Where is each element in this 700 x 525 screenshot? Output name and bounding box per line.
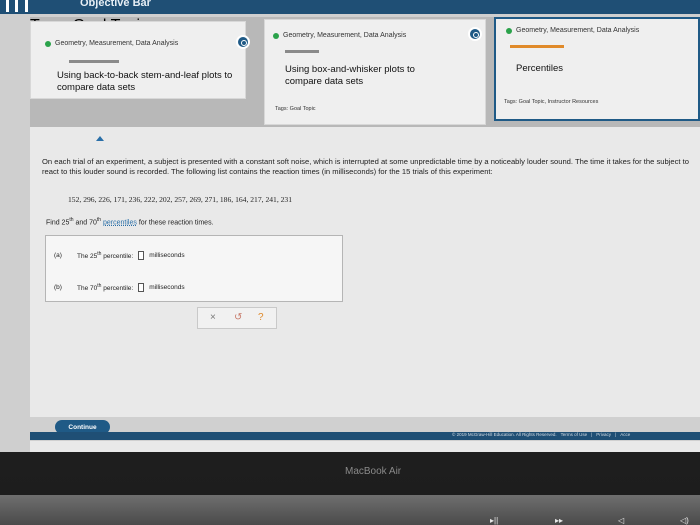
answer-row-b: (b) The 70th percentile: milliseconds [54,283,185,293]
footer-links: © 2019 McGraw-Hill Education. All Rights… [452,432,631,437]
green-dot-icon [506,27,512,34]
completed-check-icon [468,27,482,41]
menu-icon[interactable] [6,0,28,12]
question-text: On each trial of an experiment, a subjec… [42,157,689,176]
card-tags: Tags: Goal Topic [275,106,316,112]
percentile-25-input[interactable] [138,251,145,261]
card-title: Using back-to-back stem-and-leaf plots t… [57,70,233,93]
top-bar-title: Objective Bar [80,0,151,9]
terms-link[interactable]: Terms of Use [561,432,588,437]
card-tags: Tags: Goal Topic, Instructor Resources [504,99,599,105]
browser-screen: Objective Bar Geometry, Measurement, Dat… [0,0,700,452]
accessibility-link[interactable]: Acce [620,432,630,437]
laptop-brand-label: MacBook Air [345,466,402,477]
objective-card-stem-leaf[interactable]: Geometry, Measurement, Data Analysis Usi… [30,21,246,99]
top-bar: Objective Bar [0,0,700,14]
fast-forward-key-icon: ▸▸ [555,516,564,525]
keyboard-row [0,495,700,525]
objective-card-percentiles[interactable]: Geometry, Measurement, Data Analysis Per… [494,17,700,121]
play-pause-key-icon: ▸|| [490,516,499,525]
privacy-link[interactable]: Privacy [596,432,611,437]
completed-check-icon [236,35,250,49]
caret-up-icon [96,136,104,141]
objective-card-box-whisker[interactable]: Geometry, Measurement, Data Analysis Usi… [264,19,486,125]
answer-box: (a) The 25th percentile: milliseconds (b… [45,235,343,302]
card-badge: Geometry, Measurement, Data Analysis [506,27,639,34]
data-list: 152, 296, 226, 171, 236, 222, 202, 257, … [68,195,293,204]
answer-tools: × ↺ ? [197,307,277,329]
card-divider [285,50,319,53]
clear-icon[interactable]: × [210,312,216,323]
card-badge: Geometry, Measurement, Data Analysis [273,32,406,39]
objective-cards: Geometry, Measurement, Data Analysis Usi… [30,17,700,127]
percentiles-link[interactable]: percentiles [103,219,137,226]
collapse-toggle[interactable] [30,134,700,146]
card-title: Percentiles [516,63,563,74]
find-instruction: Find 25th and 70th percentiles for these… [46,217,214,227]
question-panel: On each trial of an experiment, a subjec… [30,127,700,452]
help-icon[interactable]: ? [258,312,264,323]
green-dot-icon [45,40,51,47]
answer-row-a: (a) The 25th percentile: milliseconds [54,251,185,261]
card-divider [510,45,564,48]
mute-key-icon: ◁ [618,516,625,525]
card-title: Using box-and-whisker plots to compare d… [285,64,415,87]
volume-key-icon: ◁) [680,516,689,525]
card-divider [69,60,119,63]
undo-icon[interactable]: ↺ [234,312,242,323]
green-dot-icon [273,32,279,39]
card-badge: Geometry, Measurement, Data Analysis [45,40,178,47]
percentile-70-input[interactable] [138,283,145,293]
